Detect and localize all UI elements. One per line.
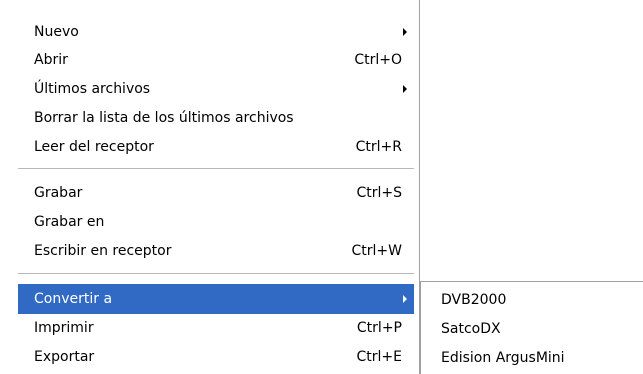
menu-item-shortcut: Ctrl+S — [356, 185, 402, 201]
menu-item-label: Exportar — [34, 349, 95, 365]
submenu-item-dvb2000[interactable]: DVB2000 — [421, 285, 642, 315]
menu-item-shortcut: Ctrl+P — [356, 320, 402, 336]
convert-submenu: DVB2000 SatcoDX Edision ArgusMini — [420, 281, 643, 374]
menu-item-exportar[interactable]: Exportar Ctrl+E — [18, 342, 414, 372]
menu-item-imprimir[interactable]: Imprimir Ctrl+P — [18, 313, 414, 343]
menu-item-ultimos-archivos[interactable]: Últimos archivos — [18, 74, 414, 104]
menu-item-nuevo[interactable]: Nuevo — [18, 17, 414, 47]
menu-item-label: Grabar — [34, 185, 83, 201]
menu-item-shortcut: Ctrl+E — [356, 349, 403, 365]
menu-separator — [18, 273, 414, 274]
menu-item-grabar-en[interactable]: Grabar en — [18, 207, 414, 237]
menu-item-convertir-a[interactable]: Convertir a — [18, 284, 414, 314]
menu-item-abrir[interactable]: Abrir Ctrl+O — [18, 45, 414, 75]
menu-item-label: Leer del receptor — [34, 139, 154, 155]
file-menu: Nuevo Abrir Ctrl+O Últimos archivos Borr… — [0, 0, 420, 374]
menu-separator — [18, 168, 414, 169]
menu-item-label: Grabar en — [34, 214, 105, 230]
menu-item-leer-receptor[interactable]: Leer del receptor Ctrl+R — [18, 132, 414, 162]
menu-item-label: Imprimir — [34, 320, 94, 336]
menu-item-label: Borrar la lista de los últimos archivos — [34, 110, 294, 126]
submenu-item-label: DVB2000 — [441, 292, 507, 308]
submenu-item-satcodx[interactable]: SatcoDX — [421, 314, 642, 344]
submenu-item-label: Edision ArgusMini — [441, 350, 565, 366]
menu-item-grabar[interactable]: Grabar Ctrl+S — [18, 178, 414, 208]
menu-item-label: Nuevo — [34, 24, 79, 40]
menu-item-shortcut: Ctrl+W — [351, 243, 402, 259]
menu-item-label: Últimos archivos — [34, 81, 151, 97]
submenu-arrow-icon — [403, 85, 407, 93]
menu-item-shortcut: Ctrl+O — [354, 52, 402, 68]
menu-item-label: Abrir — [34, 52, 68, 68]
menu-item-label: Convertir a — [34, 291, 113, 307]
menu-item-label: Escribir en receptor — [34, 243, 172, 259]
menu-item-escribir-receptor[interactable]: Escribir en receptor Ctrl+W — [18, 236, 414, 266]
menu-item-shortcut: Ctrl+R — [355, 139, 402, 155]
menu-item-borrar-lista[interactable]: Borrar la lista de los últimos archivos — [18, 103, 414, 133]
submenu-item-edision-argusmini[interactable]: Edision ArgusMini — [421, 343, 642, 373]
submenu-item-label: SatcoDX — [441, 321, 501, 337]
submenu-arrow-icon — [403, 295, 407, 303]
submenu-arrow-icon — [403, 28, 407, 36]
